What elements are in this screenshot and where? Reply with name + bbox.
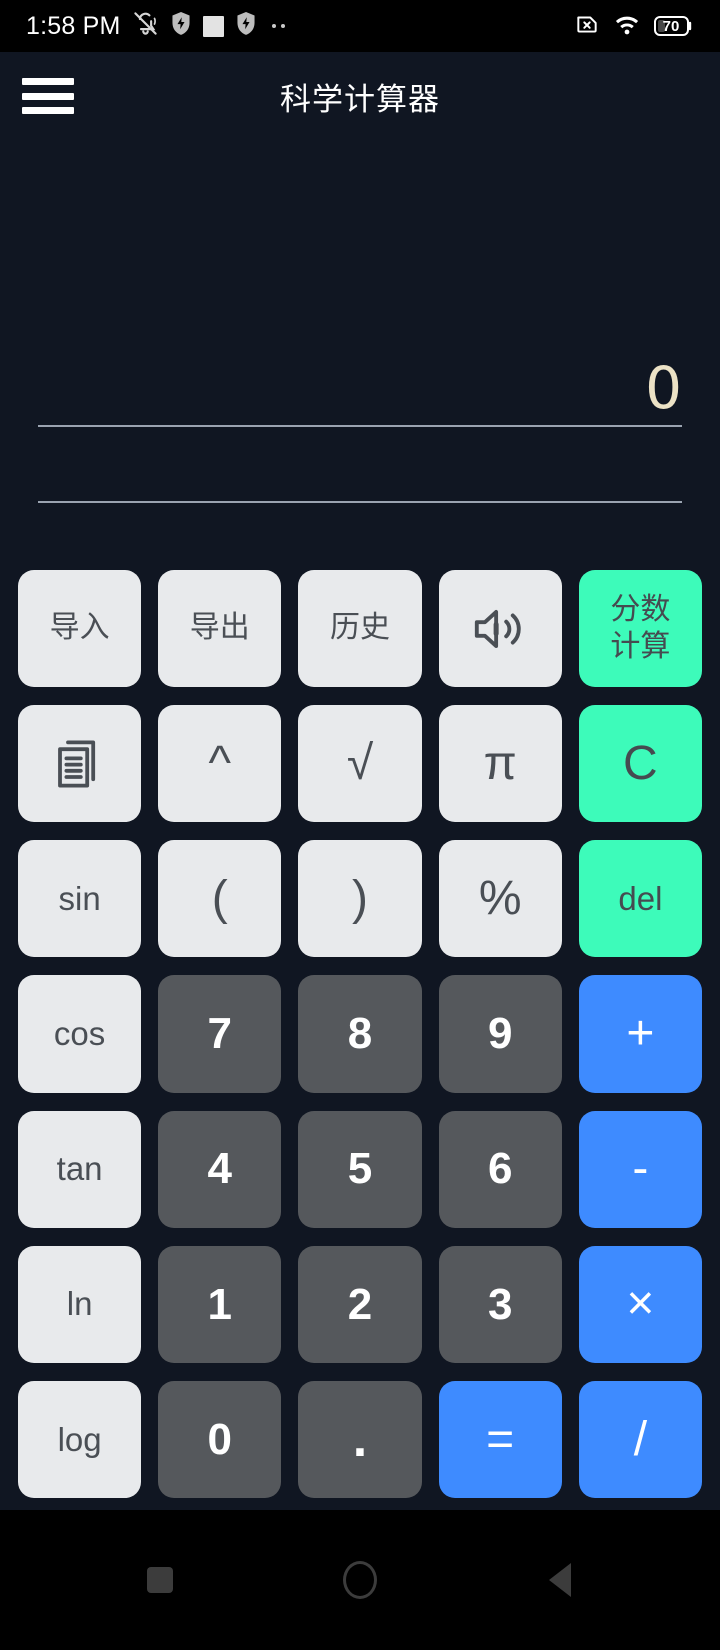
back-triangle-icon[interactable] [530, 1550, 590, 1610]
key-label-line2: 计算 [610, 628, 671, 664]
key-label: 7 [207, 1009, 233, 1059]
key-label: / [633, 1412, 648, 1466]
no-sim-icon [574, 11, 600, 42]
key-percent[interactable]: % [438, 840, 562, 958]
app-bar: 科学计算器 [0, 52, 720, 140]
key-power[interactable]: ^ [158, 705, 282, 823]
key-pi[interactable]: π [438, 705, 562, 823]
shield-bolt-icon [170, 11, 192, 41]
key-label: . [352, 1410, 368, 1469]
copy-documents-icon [53, 736, 107, 792]
key-plus[interactable]: + [578, 975, 702, 1093]
key-label: ^ [208, 736, 232, 790]
key-label-line1: 分数 [610, 592, 671, 628]
key-label: tan [56, 1150, 103, 1188]
overflow-dots-icon [271, 24, 285, 28]
key-delete[interactable]: del [578, 840, 702, 958]
key-import[interactable]: 导入 [18, 570, 142, 688]
key-label: 导入 [49, 610, 110, 646]
bell-muted-icon [132, 10, 159, 42]
key-ln[interactable]: ln [18, 1245, 142, 1363]
battery-icon: 70 [654, 14, 694, 38]
key-digit-9[interactable]: 9 [438, 975, 562, 1093]
key-sin[interactable]: sin [18, 840, 142, 958]
key-label: C [623, 736, 658, 790]
status-clock: 1:58 PM [26, 11, 121, 40]
key-label: 8 [347, 1009, 373, 1059]
key-label: ln [66, 1285, 93, 1323]
key-label: 导出 [189, 610, 250, 646]
key-sqrt[interactable]: √ [298, 705, 422, 823]
key-digit-5[interactable]: 5 [298, 1110, 422, 1228]
page-title: 科学计算器 [280, 81, 440, 118]
key-label: × [626, 1277, 655, 1331]
phone-screen: 1:58 PM 70 科学计算器 0 导入 导出 历史 分数 计算 ^ √ π … [0, 0, 720, 1650]
battery-level-text: 70 [662, 17, 680, 35]
key-multiply[interactable]: × [578, 1245, 702, 1363]
key-label: 1 [207, 1279, 233, 1329]
key-digit-7[interactable]: 7 [158, 975, 282, 1093]
key-clear[interactable]: C [578, 705, 702, 823]
key-label: log [57, 1420, 102, 1458]
key-label: 0 [207, 1414, 233, 1464]
hamburger-menu-icon[interactable] [22, 76, 74, 116]
key-label: 历史 [329, 610, 390, 646]
status-bar-left: 1:58 PM [26, 10, 574, 42]
key-label: ( [211, 871, 228, 925]
key-history[interactable]: 历史 [298, 570, 422, 688]
key-label: - [632, 1142, 649, 1196]
key-label: + [626, 1007, 655, 1061]
key-minus[interactable]: - [578, 1110, 702, 1228]
display-secondary-area [38, 427, 682, 501]
key-label: = [486, 1412, 515, 1466]
wifi-icon [613, 12, 641, 41]
key-cos[interactable]: cos [18, 975, 142, 1093]
home-circle-icon[interactable] [330, 1550, 390, 1610]
white-square-icon [202, 15, 224, 37]
shield-bolt-icon [235, 11, 257, 41]
key-divide[interactable]: / [578, 1380, 702, 1498]
key-label: 3 [487, 1279, 513, 1329]
key-digit-6[interactable]: 6 [438, 1110, 562, 1228]
keypad: 导入 导出 历史 分数 计算 ^ √ π Csin ()% del cos 7 8 9 + tan 4 5 6 - ln 1… [0, 570, 720, 1510]
key-export[interactable]: 导出 [158, 570, 282, 688]
key-digit-0[interactable]: 0 [158, 1380, 282, 1498]
key-fraction-calc[interactable]: 分数 计算 [578, 570, 702, 688]
key-copy[interactable] [18, 705, 142, 823]
key-label: 5 [347, 1144, 373, 1194]
key-label: 分数 计算 [610, 592, 671, 664]
status-bar: 1:58 PM 70 [0, 0, 720, 52]
key-label: cos [53, 1015, 106, 1053]
speaker-volume-icon [471, 603, 529, 655]
key-digit-3[interactable]: 3 [438, 1245, 562, 1363]
key-label: sin [58, 880, 101, 918]
key-label: √ [346, 736, 374, 790]
key-paren-open[interactable]: ( [158, 840, 282, 958]
key-decimal-point[interactable]: . [298, 1380, 422, 1498]
key-label: ) [352, 871, 368, 925]
display-rule-secondary [38, 501, 682, 503]
key-label: 9 [487, 1009, 513, 1059]
key-paren-close[interactable]: ) [298, 840, 422, 958]
display-value: 0 [645, 354, 682, 422]
key-digit-8[interactable]: 8 [298, 975, 422, 1093]
key-equals[interactable]: = [438, 1380, 562, 1498]
calculator-display: 0 [0, 140, 720, 570]
system-nav-bar [0, 1510, 720, 1650]
key-label: del [618, 880, 663, 918]
key-digit-1[interactable]: 1 [158, 1245, 282, 1363]
key-log[interactable]: log [18, 1380, 142, 1498]
key-sound[interactable] [438, 570, 562, 688]
key-label: 2 [347, 1279, 373, 1329]
recents-square-icon[interactable] [130, 1550, 190, 1610]
key-label: 6 [487, 1144, 513, 1194]
key-label: 4 [207, 1144, 233, 1194]
key-label: π [483, 736, 517, 790]
status-bar-right: 70 [574, 11, 694, 42]
key-digit-2[interactable]: 2 [298, 1245, 422, 1363]
key-digit-4[interactable]: 4 [158, 1110, 282, 1228]
key-label: % [478, 871, 522, 925]
key-tan[interactable]: tan [18, 1110, 142, 1228]
